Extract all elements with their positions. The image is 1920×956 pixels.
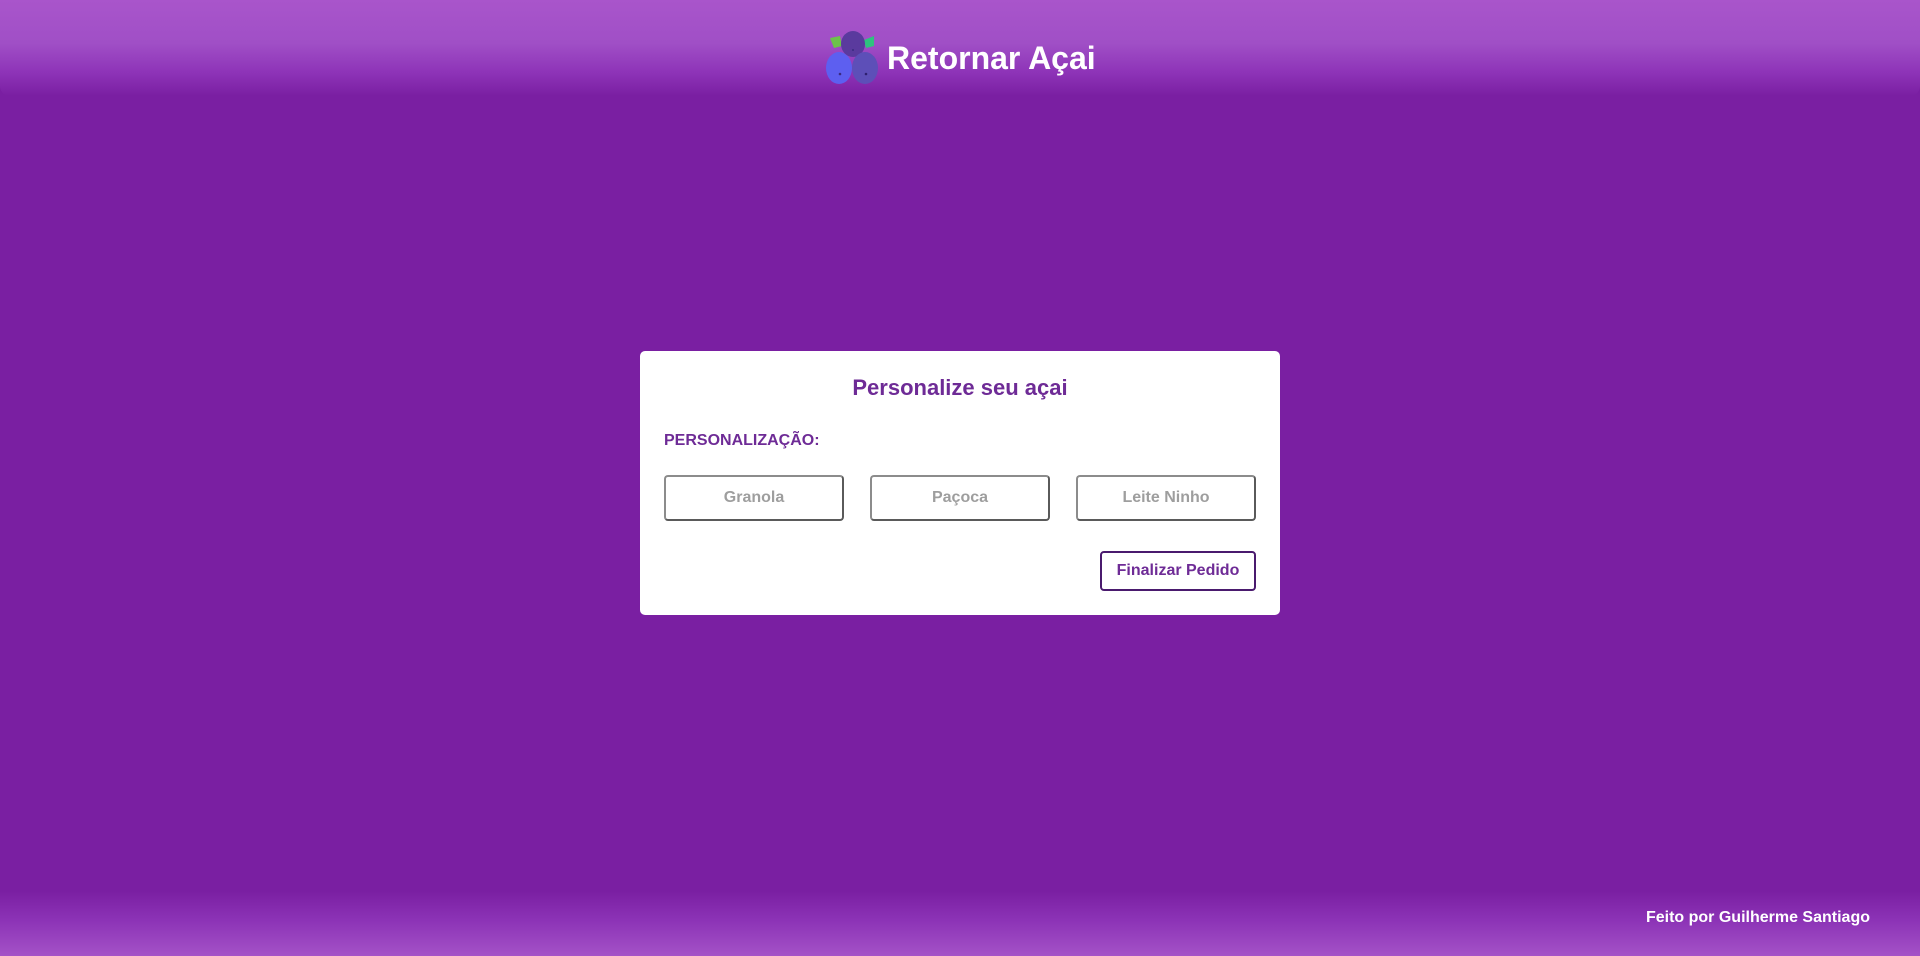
- page-header: Retornar Açai: [0, 0, 1920, 96]
- home-link[interactable]: Retornar Açai: [826, 30, 1096, 86]
- section-label: PERSONALIZAÇÃO:: [664, 432, 820, 449]
- card-title: Personalize seu açai: [852, 375, 1068, 400]
- finish-order-button[interactable]: Finalizar Pedido: [1100, 551, 1256, 591]
- customize-card: Personalize seu açai PERSONALIZAÇÃO: Gra…: [640, 351, 1280, 615]
- option-pacoca-button[interactable]: Paçoca: [870, 475, 1050, 521]
- acai-berries-icon: [826, 31, 878, 84]
- page-footer: Feito por Guilherme Santiago: [0, 891, 1920, 956]
- option-granola-button[interactable]: Granola: [664, 475, 844, 521]
- app-title: Retornar Açai: [887, 40, 1096, 76]
- option-leite-ninho-button[interactable]: Leite Ninho: [1076, 475, 1256, 521]
- footer-credit: Feito por Guilherme Santiago: [1645, 909, 1870, 926]
